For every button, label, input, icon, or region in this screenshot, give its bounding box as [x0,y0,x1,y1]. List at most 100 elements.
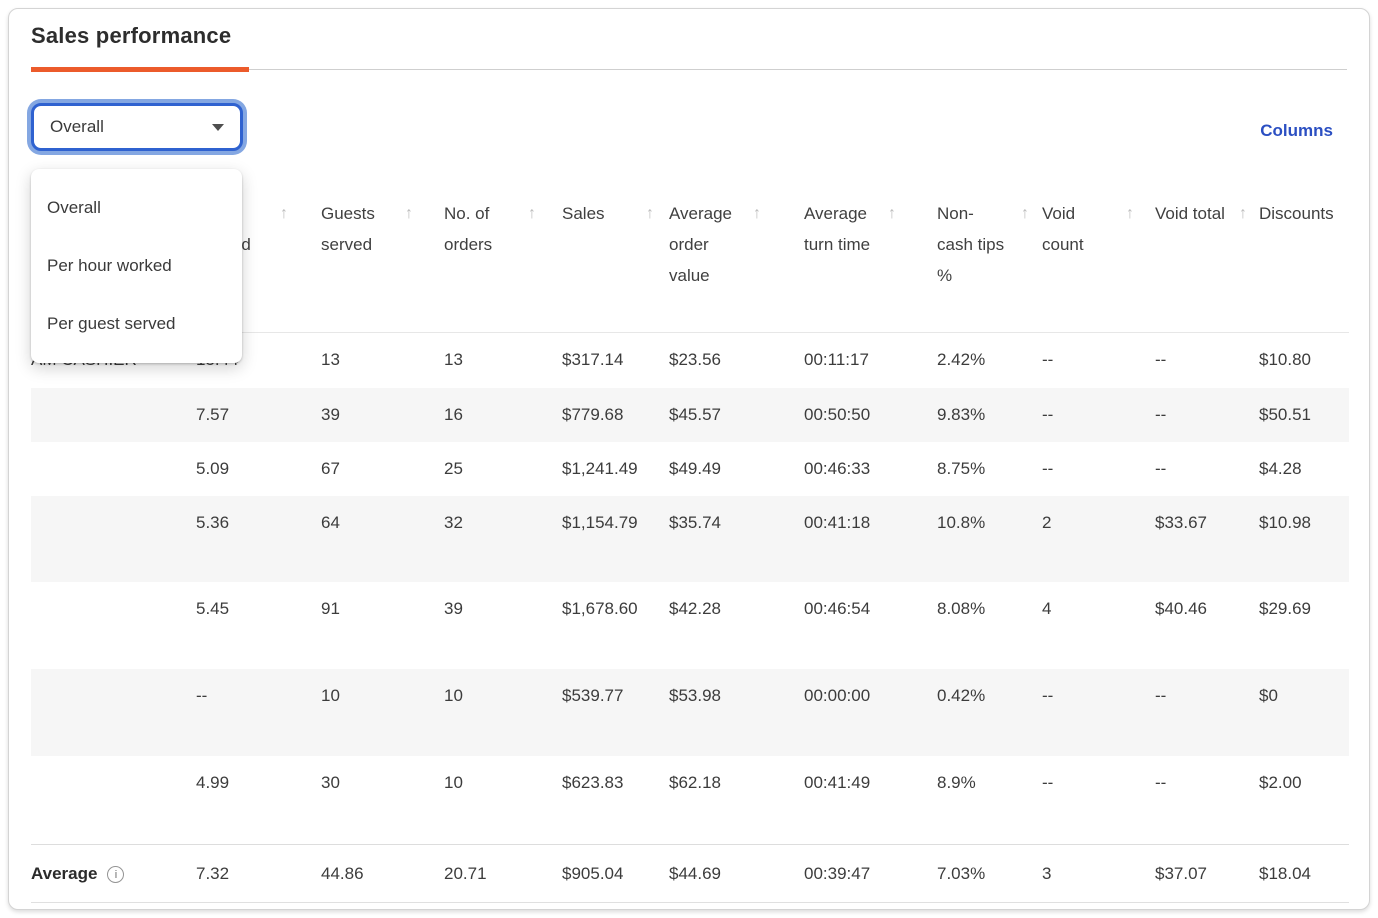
column-header[interactable]: Average order value↑ [669,186,804,332]
table-cell: 2.42% [937,332,1042,388]
column-header[interactable]: Non-cash tips %↑ [937,186,1042,332]
column-header: Discounts [1259,186,1349,332]
table-row: --1010$539.77$53.9800:00:000.42%----$0 [31,669,1349,756]
table-cell: 8.08% [937,582,1042,669]
column-header-label: Average order value [669,198,741,291]
sort-ascending-icon: ↑ [646,198,654,229]
table-cell: 00:11:17 [804,332,937,388]
table-cell: $29.69 [1259,582,1349,669]
column-header[interactable]: Average turn time↑ [804,186,937,332]
column-header[interactable]: Void total↑ [1155,186,1259,332]
table-cell: -- [1042,442,1155,496]
table-cell: 91 [321,582,444,669]
info-icon[interactable]: i [107,866,124,883]
table-cell: $0 [1259,669,1349,756]
table-cell: 5.45 [196,582,321,669]
average-value-cell: 7.03% [937,844,1042,902]
average-value-cell: $905.04 [562,844,669,902]
table-cell: -- [1155,332,1259,388]
table-row: 4.993010$623.83$62.1800:41:498.9%----$2.… [31,756,1349,844]
table-cell: $45.57 [669,388,804,442]
average-row: Averagei 7.3244.8620.71$905.04$44.6900:3… [31,844,1349,902]
active-tab-indicator [31,67,249,72]
table-cell: $62.18 [669,756,804,844]
column-header[interactable]: Void count↑ [1042,186,1155,332]
average-value-cell: 20.71 [444,844,562,902]
table-cell: 2 [1042,496,1155,582]
table-cell: 00:46:54 [804,582,937,669]
table-cell: -- [1155,442,1259,496]
sort-ascending-icon: ↑ [528,198,536,260]
average-value-cell: $37.07 [1155,844,1259,902]
table-cell: -- [1042,756,1155,844]
employee-name-cell [31,442,196,496]
column-header-label: Void count [1042,198,1114,260]
sort-ascending-icon: ↑ [753,198,761,291]
sort-ascending-icon: ↑ [405,198,413,260]
table-cell: $23.56 [669,332,804,388]
table-cell: 00:46:33 [804,442,937,496]
table-cell: $1,678.60 [562,582,669,669]
view-mode-option[interactable]: Per guest served [31,295,242,353]
table-cell: 10 [444,756,562,844]
table-cell: 8.75% [937,442,1042,496]
table-cell: 00:00:00 [804,669,937,756]
table-cell: -- [1155,756,1259,844]
average-label-cell: Average i [31,844,196,902]
sort-ascending-icon: ↑ [888,198,896,260]
employee-name-cell [31,669,196,756]
column-header[interactable]: No. of orders↑ [444,186,562,332]
employee-name-cell [31,496,196,582]
table-cell: -- [1155,388,1259,442]
table-cell: 00:41:18 [804,496,937,582]
average-value-cell: 00:39:47 [804,844,937,902]
employee-name-cell [31,388,196,442]
table-cell: $35.74 [669,496,804,582]
table-cell: 4 [1042,582,1155,669]
view-mode-menu: OverallPer hour workedPer guest served [31,169,242,363]
sort-ascending-icon: ↑ [280,198,288,260]
sales-performance-card: Sales performance Columns Overall Overal… [8,8,1370,910]
employee-name-cell [31,756,196,844]
table-row: 5.459139$1,678.60$42.2800:46:548.08%4$40… [31,582,1349,669]
table-cell: 16 [444,388,562,442]
average-value-cell: 3 [1042,844,1155,902]
table-cell: 4.99 [196,756,321,844]
table-cell: 39 [321,388,444,442]
table-cell: -- [1042,669,1155,756]
average-label: Average [31,864,97,883]
column-header-label: No. of orders [444,198,516,260]
table-cell: $10.98 [1259,496,1349,582]
column-header-label: Sales [562,198,634,229]
table-cell: $33.67 [1155,496,1259,582]
sort-ascending-icon: ↑ [1021,198,1029,291]
table-cell: 8.9% [937,756,1042,844]
table-cell: $50.51 [1259,388,1349,442]
table-cell: 00:50:50 [804,388,937,442]
columns-button[interactable]: Columns [1260,121,1333,141]
table-cell: 5.36 [196,496,321,582]
column-header[interactable]: Guests served↑ [321,186,444,332]
table-cell: -- [196,669,321,756]
average-value-cell: 7.32 [196,844,321,902]
average-value-cell: $18.04 [1259,844,1349,902]
table-cell: 32 [444,496,562,582]
column-header-label: Average turn time [804,198,876,260]
sort-ascending-icon: ↑ [1126,198,1134,260]
table-cell: $1,241.49 [562,442,669,496]
table-cell: 10.8% [937,496,1042,582]
table-cell: 39 [444,582,562,669]
table-row: 5.366432$1,154.79$35.7400:41:1810.8%2$33… [31,496,1349,582]
table-cell: -- [1042,332,1155,388]
view-mode-option[interactable]: Overall [31,179,242,237]
sort-ascending-icon: ↑ [1239,198,1247,229]
view-mode-select[interactable]: Overall [31,103,243,151]
column-header-label: Guests served [321,198,393,260]
employee-name-cell [31,582,196,669]
table-cell: $779.68 [562,388,669,442]
column-header[interactable]: Sales ↑ [562,186,669,332]
table-cell: 10 [444,669,562,756]
column-header-label: Discounts [1259,198,1331,229]
chevron-down-icon [212,124,224,131]
view-mode-option[interactable]: Per hour worked [31,237,242,295]
